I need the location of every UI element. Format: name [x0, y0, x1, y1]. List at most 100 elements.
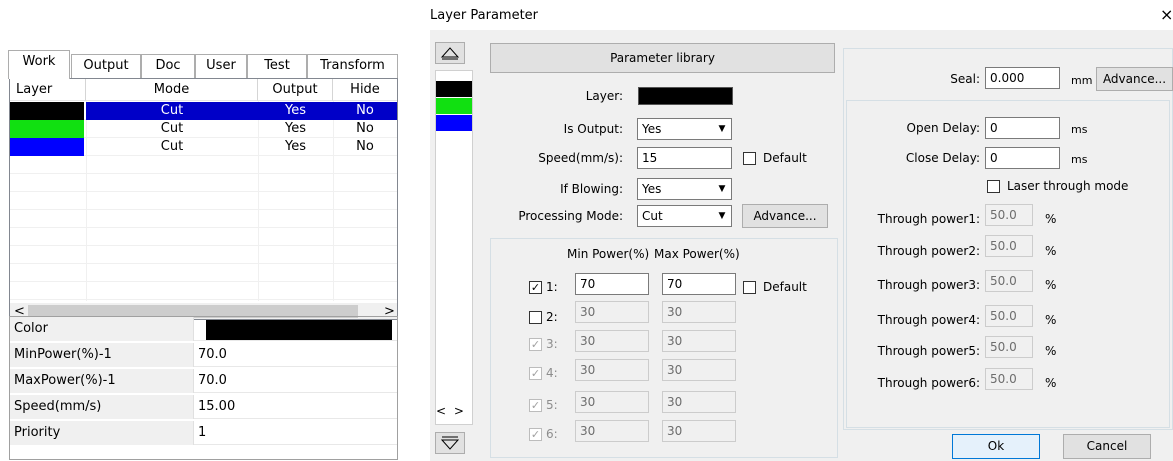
- laser-through-checkbox[interactable]: [987, 180, 1000, 193]
- output-cell: Yes: [258, 102, 333, 120]
- through-power-3-percent: %: [1045, 278, 1057, 292]
- layer-parameter-dialog: < > Parameter library Layer: Is Output: …: [430, 30, 1173, 461]
- tab-doc[interactable]: Doc: [141, 54, 195, 78]
- layer-strip-swatch[interactable]: [436, 81, 472, 97]
- header-mode[interactable]: Mode: [86, 79, 258, 101]
- is-output-label: Is Output:: [563, 122, 623, 136]
- tab-user[interactable]: User: [195, 54, 247, 78]
- speed-default-checkbox[interactable]: [743, 152, 756, 165]
- layer-strip-swatch[interactable]: [436, 98, 472, 114]
- triangle-up-icon: [440, 47, 460, 60]
- layer-color-swatch: [10, 138, 84, 156]
- parameter-library-button[interactable]: Parameter library: [490, 43, 835, 73]
- is-output-value: Yes: [642, 122, 662, 136]
- hide-cell: No: [333, 102, 397, 120]
- property-row: Color: [10, 317, 397, 341]
- empty-row: [10, 156, 397, 174]
- power-5-checkbox: ✓: [529, 399, 542, 412]
- header-hide[interactable]: Hide: [333, 79, 397, 101]
- table-row[interactable]: Cut Yes No: [10, 120, 397, 138]
- output-cell: Yes: [285, 121, 306, 136]
- seal-input[interactable]: 0.000: [985, 67, 1060, 89]
- power-3-checkbox: ✓: [529, 338, 542, 351]
- through-power-2-label: Through power2:: [877, 244, 980, 258]
- property-value[interactable]: 1: [198, 421, 206, 445]
- min-power-1-input[interactable]: 70: [575, 273, 649, 295]
- close-icon[interactable]: ×: [1160, 6, 1173, 24]
- through-power-2-input: 50.0: [985, 235, 1033, 257]
- max-power-5-input: 30: [662, 391, 736, 413]
- empty-row: [10, 210, 397, 228]
- power-default-checkbox[interactable]: [743, 281, 756, 294]
- min-power-header: Min Power(%): [567, 247, 650, 261]
- empty-row: [10, 246, 397, 264]
- tab-output[interactable]: Output: [71, 54, 141, 78]
- property-value[interactable]: 70.0: [198, 369, 227, 393]
- through-power-5-input: 50.0: [985, 336, 1033, 358]
- min-power-2-input[interactable]: 30: [575, 301, 649, 323]
- open-delay-unit: ms: [1071, 123, 1088, 136]
- speed-default-label: Default: [763, 151, 807, 165]
- through-power-5-label: Through power5:: [877, 344, 980, 358]
- tab-work[interactable]: Work: [8, 50, 70, 79]
- max-power-2-input[interactable]: 30: [662, 301, 736, 323]
- header-layer[interactable]: Layer: [10, 79, 86, 101]
- through-power-1-percent: %: [1045, 212, 1057, 226]
- processing-mode-label: Processing Mode:: [518, 209, 623, 223]
- min-power-3-input: 30: [575, 330, 649, 352]
- property-value[interactable]: 15.00: [198, 395, 235, 419]
- seal-advance-button[interactable]: Advance...: [1096, 67, 1173, 91]
- tab-test[interactable]: Test: [247, 54, 307, 78]
- open-delay-label: Open Delay:: [906, 121, 980, 135]
- power-2-label: 2:: [546, 310, 558, 324]
- power-1-label: 1:: [546, 280, 558, 294]
- property-row: Speed(mm/s) 15.00: [10, 395, 397, 419]
- speed-input[interactable]: 15: [637, 147, 732, 169]
- max-power-6-input: 30: [662, 420, 736, 442]
- open-delay-input[interactable]: 0: [985, 117, 1060, 139]
- close-delay-input[interactable]: 0: [985, 147, 1060, 169]
- close-delay-unit: ms: [1071, 153, 1088, 166]
- layer-nav-arrows[interactable]: < >: [436, 404, 466, 418]
- output-cell: Yes: [285, 139, 306, 154]
- hide-cell: No: [356, 139, 374, 154]
- power-1-checkbox[interactable]: ✓: [529, 281, 542, 294]
- table-row[interactable]: Cut Yes No: [10, 138, 397, 156]
- empty-row: [10, 228, 397, 246]
- property-label: MinPower(%)-1: [10, 343, 194, 367]
- property-value[interactable]: 70.0: [198, 343, 227, 367]
- scroll-down-button[interactable]: [435, 432, 465, 454]
- scroll-up-button[interactable]: [435, 42, 465, 64]
- cancel-button[interactable]: Cancel: [1063, 434, 1151, 459]
- property-label: Priority: [10, 421, 194, 445]
- max-power-3-input: 30: [662, 330, 736, 352]
- power-4-checkbox: ✓: [529, 367, 542, 380]
- tab-transform[interactable]: Transform: [307, 54, 398, 78]
- layer-color-swatch: [10, 120, 84, 138]
- through-power-1-input: 50.0: [985, 204, 1033, 226]
- processing-advance-button[interactable]: Advance...: [742, 204, 828, 228]
- through-power-6-input: 50.0: [985, 368, 1033, 390]
- power-2-checkbox[interactable]: [529, 311, 542, 324]
- property-label: Color: [10, 317, 194, 341]
- if-blowing-value: Yes: [642, 182, 662, 196]
- layer-panel: Work Output Doc User Test Transform Laye…: [8, 48, 399, 460]
- is-output-select[interactable]: Yes ▼: [637, 118, 732, 140]
- power-4-label: 4:: [546, 366, 558, 380]
- power-default-label: Default: [763, 280, 807, 294]
- through-power-6-percent: %: [1045, 376, 1057, 390]
- table-row[interactable]: Cut Yes No: [10, 102, 397, 120]
- layer-properties: Color MinPower(%)-1 70.0 MaxPower(%)-1 7…: [9, 316, 398, 460]
- through-power-3-input: 50.0: [985, 270, 1033, 292]
- ok-button[interactable]: Ok: [952, 434, 1040, 459]
- header-output[interactable]: Output: [258, 79, 333, 101]
- layer-strip-swatch[interactable]: [436, 115, 472, 131]
- power-6-label: 6:: [546, 427, 558, 441]
- processing-mode-select[interactable]: Cut ▼: [637, 205, 732, 227]
- max-power-1-input[interactable]: 70: [662, 273, 736, 295]
- max-power-header: Max Power(%): [654, 247, 740, 261]
- color-swatch[interactable]: [206, 320, 392, 340]
- layer-color-swatch: [638, 87, 733, 105]
- through-power-1-label: Through power1:: [877, 212, 980, 226]
- if-blowing-select[interactable]: Yes ▼: [637, 178, 732, 200]
